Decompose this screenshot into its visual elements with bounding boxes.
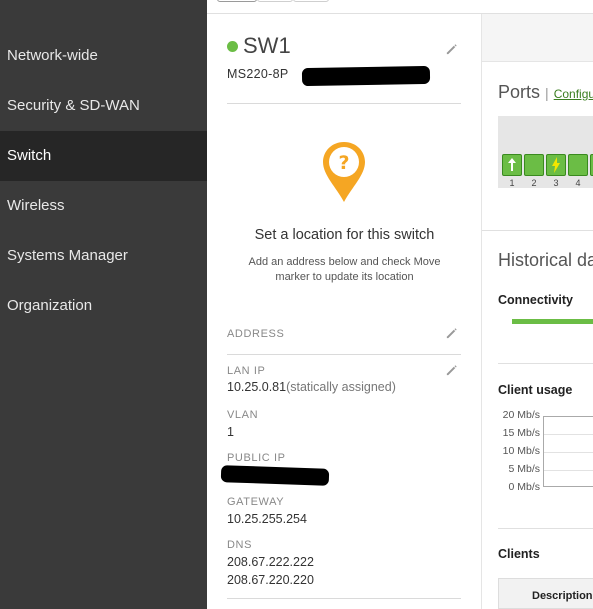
gateway-value: 10.25.255.254 [227, 512, 307, 526]
sidebar-item-wireless[interactable]: Wireless [0, 181, 207, 231]
sidebar-item-network-wide[interactable]: Network-wide [0, 31, 207, 81]
y-axis-label: 20 Mb/s [502, 409, 540, 421]
device-name: SW1 [243, 33, 291, 58]
sidebar-item-systems-manager[interactable]: Systems Manager [0, 231, 207, 281]
port-3[interactable] [546, 154, 566, 176]
ports-title: Ports [498, 82, 541, 102]
sidebar-item-security-sd-wan[interactable]: Security & SD-WAN [0, 81, 207, 131]
top-bar [207, 0, 593, 14]
edit-lan-ip-icon[interactable] [445, 364, 458, 377]
redacted-public-ip [220, 465, 330, 486]
device-details-panel: SW1 MS220-8P ? Set a location for this s… [207, 14, 482, 609]
address-label: ADDRESS [227, 328, 285, 340]
port-number: 2 [531, 178, 537, 188]
connectivity-label: Connectivity [498, 293, 574, 307]
clients-label: Clients [498, 547, 540, 561]
historical-data-title: Historical da [498, 250, 593, 270]
port-number: 4 [575, 178, 581, 188]
edit-name-icon[interactable] [445, 43, 458, 56]
port-1[interactable] [502, 154, 522, 176]
divider [227, 354, 461, 355]
device-model: MS220-8P [227, 67, 289, 81]
divider [482, 230, 593, 231]
port-4[interactable] [568, 154, 588, 176]
divider [227, 598, 461, 599]
gridline [544, 470, 593, 471]
connectivity-bar [512, 319, 593, 324]
vlan-label: VLAN [227, 409, 259, 421]
lan-ip-note: (statically assigned) [286, 380, 396, 394]
right-top-strip [482, 14, 593, 62]
redacted-serial [301, 65, 431, 87]
divider [498, 363, 593, 364]
status-dot [227, 41, 238, 52]
location-pin-symbol: ? [338, 152, 349, 174]
location-description: Add an address below and check Move mark… [248, 256, 441, 283]
public-ip-label: PUBLIC IP [227, 452, 286, 464]
port-number: 1 [509, 178, 515, 188]
ports-separator: | [545, 85, 549, 101]
configure-link[interactable]: Configu [554, 87, 593, 101]
gridline [544, 452, 593, 453]
dns-value-primary: 208.67.222.222 [227, 555, 314, 569]
gateway-label: GATEWAY [227, 496, 285, 508]
top-tabs [217, 0, 329, 2]
port-number: 3 [553, 178, 559, 188]
top-tab[interactable] [293, 0, 329, 2]
top-tab[interactable] [217, 0, 257, 2]
client-usage-chart [543, 416, 593, 487]
y-axis-label: 10 Mb/s [502, 445, 540, 457]
sidebar: Network-wide Security & SD-WAN Switch Wi… [0, 0, 207, 609]
lan-ip-value: 10.25.0.81(statically assigned) [227, 380, 396, 394]
y-axis-label: 5 Mb/s [508, 463, 540, 475]
gridline [544, 434, 593, 435]
right-panel: Ports | Configu 1 2 3 4 Historical da Co… [482, 14, 593, 609]
edit-address-icon[interactable] [445, 327, 458, 340]
uplink-arrow-icon [508, 158, 516, 171]
dns-label: DNS [227, 539, 253, 551]
top-tab[interactable] [257, 0, 293, 2]
location-pin-icon: ? [323, 142, 365, 202]
client-usage-label: Client usage [498, 383, 573, 397]
divider [227, 103, 461, 104]
lan-ip-label: LAN IP [227, 365, 266, 377]
y-axis-label: 15 Mb/s [502, 427, 540, 439]
divider [498, 528, 593, 529]
sidebar-item-organization[interactable]: Organization [0, 281, 207, 331]
y-axis-label: 0 Mb/s [508, 481, 540, 493]
ports-heading: Ports | Configu [498, 82, 593, 103]
sidebar-item-switch[interactable]: Switch [0, 131, 207, 181]
lan-ip-address: 10.25.0.81 [227, 380, 287, 394]
description-column-header[interactable]: Description [498, 578, 593, 609]
location-title: Set a location for this switch [254, 227, 435, 243]
poe-bolt-icon [552, 157, 560, 173]
dns-value-secondary: 208.67.220.220 [227, 573, 314, 587]
vlan-value: 1 [227, 425, 234, 439]
port-2[interactable] [524, 154, 544, 176]
